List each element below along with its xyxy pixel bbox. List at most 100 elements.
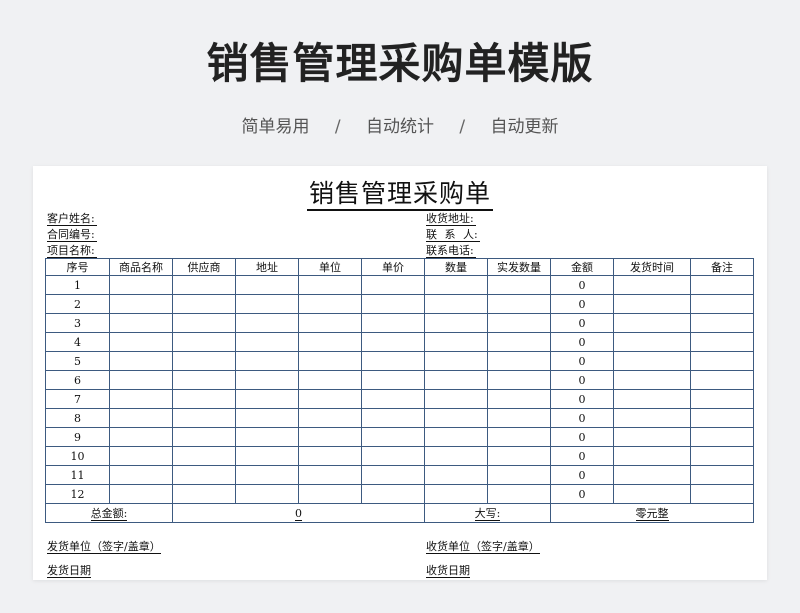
table-cell[interactable] — [690, 446, 754, 466]
table-cell[interactable] — [613, 389, 691, 409]
table-cell[interactable] — [235, 351, 299, 371]
table-cell[interactable] — [298, 275, 362, 295]
row-number-cell[interactable]: 11 — [45, 465, 110, 485]
table-cell[interactable] — [109, 370, 173, 390]
table-cell[interactable] — [109, 313, 173, 333]
table-cell[interactable] — [298, 446, 362, 466]
table-cell[interactable] — [487, 370, 551, 390]
amount-cell[interactable]: 0 — [550, 389, 614, 409]
table-cell[interactable] — [109, 275, 173, 295]
table-cell[interactable] — [235, 427, 299, 447]
amount-cell[interactable]: 0 — [550, 408, 614, 428]
row-number-cell[interactable]: 4 — [45, 332, 110, 352]
table-cell[interactable] — [298, 465, 362, 485]
row-number-cell[interactable]: 2 — [45, 294, 110, 314]
table-cell[interactable] — [487, 465, 551, 485]
table-cell[interactable] — [424, 294, 488, 314]
table-cell[interactable] — [361, 332, 425, 352]
table-cell[interactable] — [361, 465, 425, 485]
row-number-cell[interactable]: 8 — [45, 408, 110, 428]
table-cell[interactable] — [172, 313, 236, 333]
table-cell[interactable] — [690, 389, 754, 409]
table-cell[interactable] — [424, 465, 488, 485]
table-cell[interactable] — [424, 389, 488, 409]
amount-cell[interactable]: 0 — [550, 351, 614, 371]
table-cell[interactable] — [235, 465, 299, 485]
table-cell[interactable] — [361, 408, 425, 428]
table-cell[interactable] — [690, 408, 754, 428]
amount-cell[interactable]: 0 — [550, 465, 614, 485]
table-cell[interactable] — [235, 484, 299, 504]
table-cell[interactable] — [613, 427, 691, 447]
table-cell[interactable] — [298, 389, 362, 409]
table-cell[interactable] — [361, 370, 425, 390]
table-cell[interactable] — [613, 294, 691, 314]
table-cell[interactable] — [613, 275, 691, 295]
table-cell[interactable] — [487, 389, 551, 409]
table-cell[interactable] — [172, 294, 236, 314]
table-cell[interactable] — [424, 351, 488, 371]
row-number-cell[interactable]: 9 — [45, 427, 110, 447]
table-cell[interactable] — [172, 351, 236, 371]
table-cell[interactable] — [424, 446, 488, 466]
table-cell[interactable] — [613, 351, 691, 371]
table-cell[interactable] — [690, 351, 754, 371]
table-cell[interactable] — [690, 465, 754, 485]
table-cell[interactable] — [298, 370, 362, 390]
table-cell[interactable] — [690, 294, 754, 314]
table-cell[interactable] — [613, 484, 691, 504]
table-cell[interactable] — [172, 389, 236, 409]
table-cell[interactable] — [361, 313, 425, 333]
amount-cell[interactable]: 0 — [550, 275, 614, 295]
table-cell[interactable] — [298, 427, 362, 447]
table-cell[interactable] — [235, 332, 299, 352]
table-cell[interactable] — [109, 294, 173, 314]
table-cell[interactable] — [109, 465, 173, 485]
table-cell[interactable] — [424, 370, 488, 390]
table-cell[interactable] — [487, 332, 551, 352]
table-cell[interactable] — [690, 427, 754, 447]
table-cell[interactable] — [613, 332, 691, 352]
amount-cell[interactable]: 0 — [550, 294, 614, 314]
amount-cell[interactable]: 0 — [550, 484, 614, 504]
table-cell[interactable] — [487, 275, 551, 295]
table-cell[interactable] — [487, 427, 551, 447]
table-cell[interactable] — [172, 408, 236, 428]
row-number-cell[interactable]: 6 — [45, 370, 110, 390]
row-number-cell[interactable]: 1 — [45, 275, 110, 295]
table-cell[interactable] — [487, 484, 551, 504]
table-cell[interactable] — [109, 351, 173, 371]
table-cell[interactable] — [235, 408, 299, 428]
table-cell[interactable] — [361, 484, 425, 504]
table-cell[interactable] — [172, 275, 236, 295]
row-number-cell[interactable]: 10 — [45, 446, 110, 466]
table-cell[interactable] — [690, 332, 754, 352]
row-number-cell[interactable]: 5 — [45, 351, 110, 371]
table-cell[interactable] — [109, 408, 173, 428]
table-cell[interactable] — [235, 389, 299, 409]
amount-cell[interactable]: 0 — [550, 427, 614, 447]
table-cell[interactable] — [424, 484, 488, 504]
table-cell[interactable] — [487, 446, 551, 466]
table-cell[interactable] — [172, 484, 236, 504]
table-cell[interactable] — [235, 313, 299, 333]
table-cell[interactable] — [487, 351, 551, 371]
table-cell[interactable] — [361, 427, 425, 447]
table-cell[interactable] — [613, 370, 691, 390]
table-cell[interactable] — [298, 294, 362, 314]
table-cell[interactable] — [109, 446, 173, 466]
table-cell[interactable] — [109, 389, 173, 409]
table-cell[interactable] — [424, 275, 488, 295]
table-cell[interactable] — [613, 313, 691, 333]
table-cell[interactable] — [298, 351, 362, 371]
amount-cell[interactable]: 0 — [550, 332, 614, 352]
table-cell[interactable] — [298, 332, 362, 352]
table-cell[interactable] — [361, 275, 425, 295]
row-number-cell[interactable]: 3 — [45, 313, 110, 333]
table-cell[interactable] — [235, 370, 299, 390]
table-cell[interactable] — [109, 427, 173, 447]
table-cell[interactable] — [424, 427, 488, 447]
table-cell[interactable] — [172, 465, 236, 485]
table-cell[interactable] — [172, 446, 236, 466]
table-cell[interactable] — [487, 313, 551, 333]
